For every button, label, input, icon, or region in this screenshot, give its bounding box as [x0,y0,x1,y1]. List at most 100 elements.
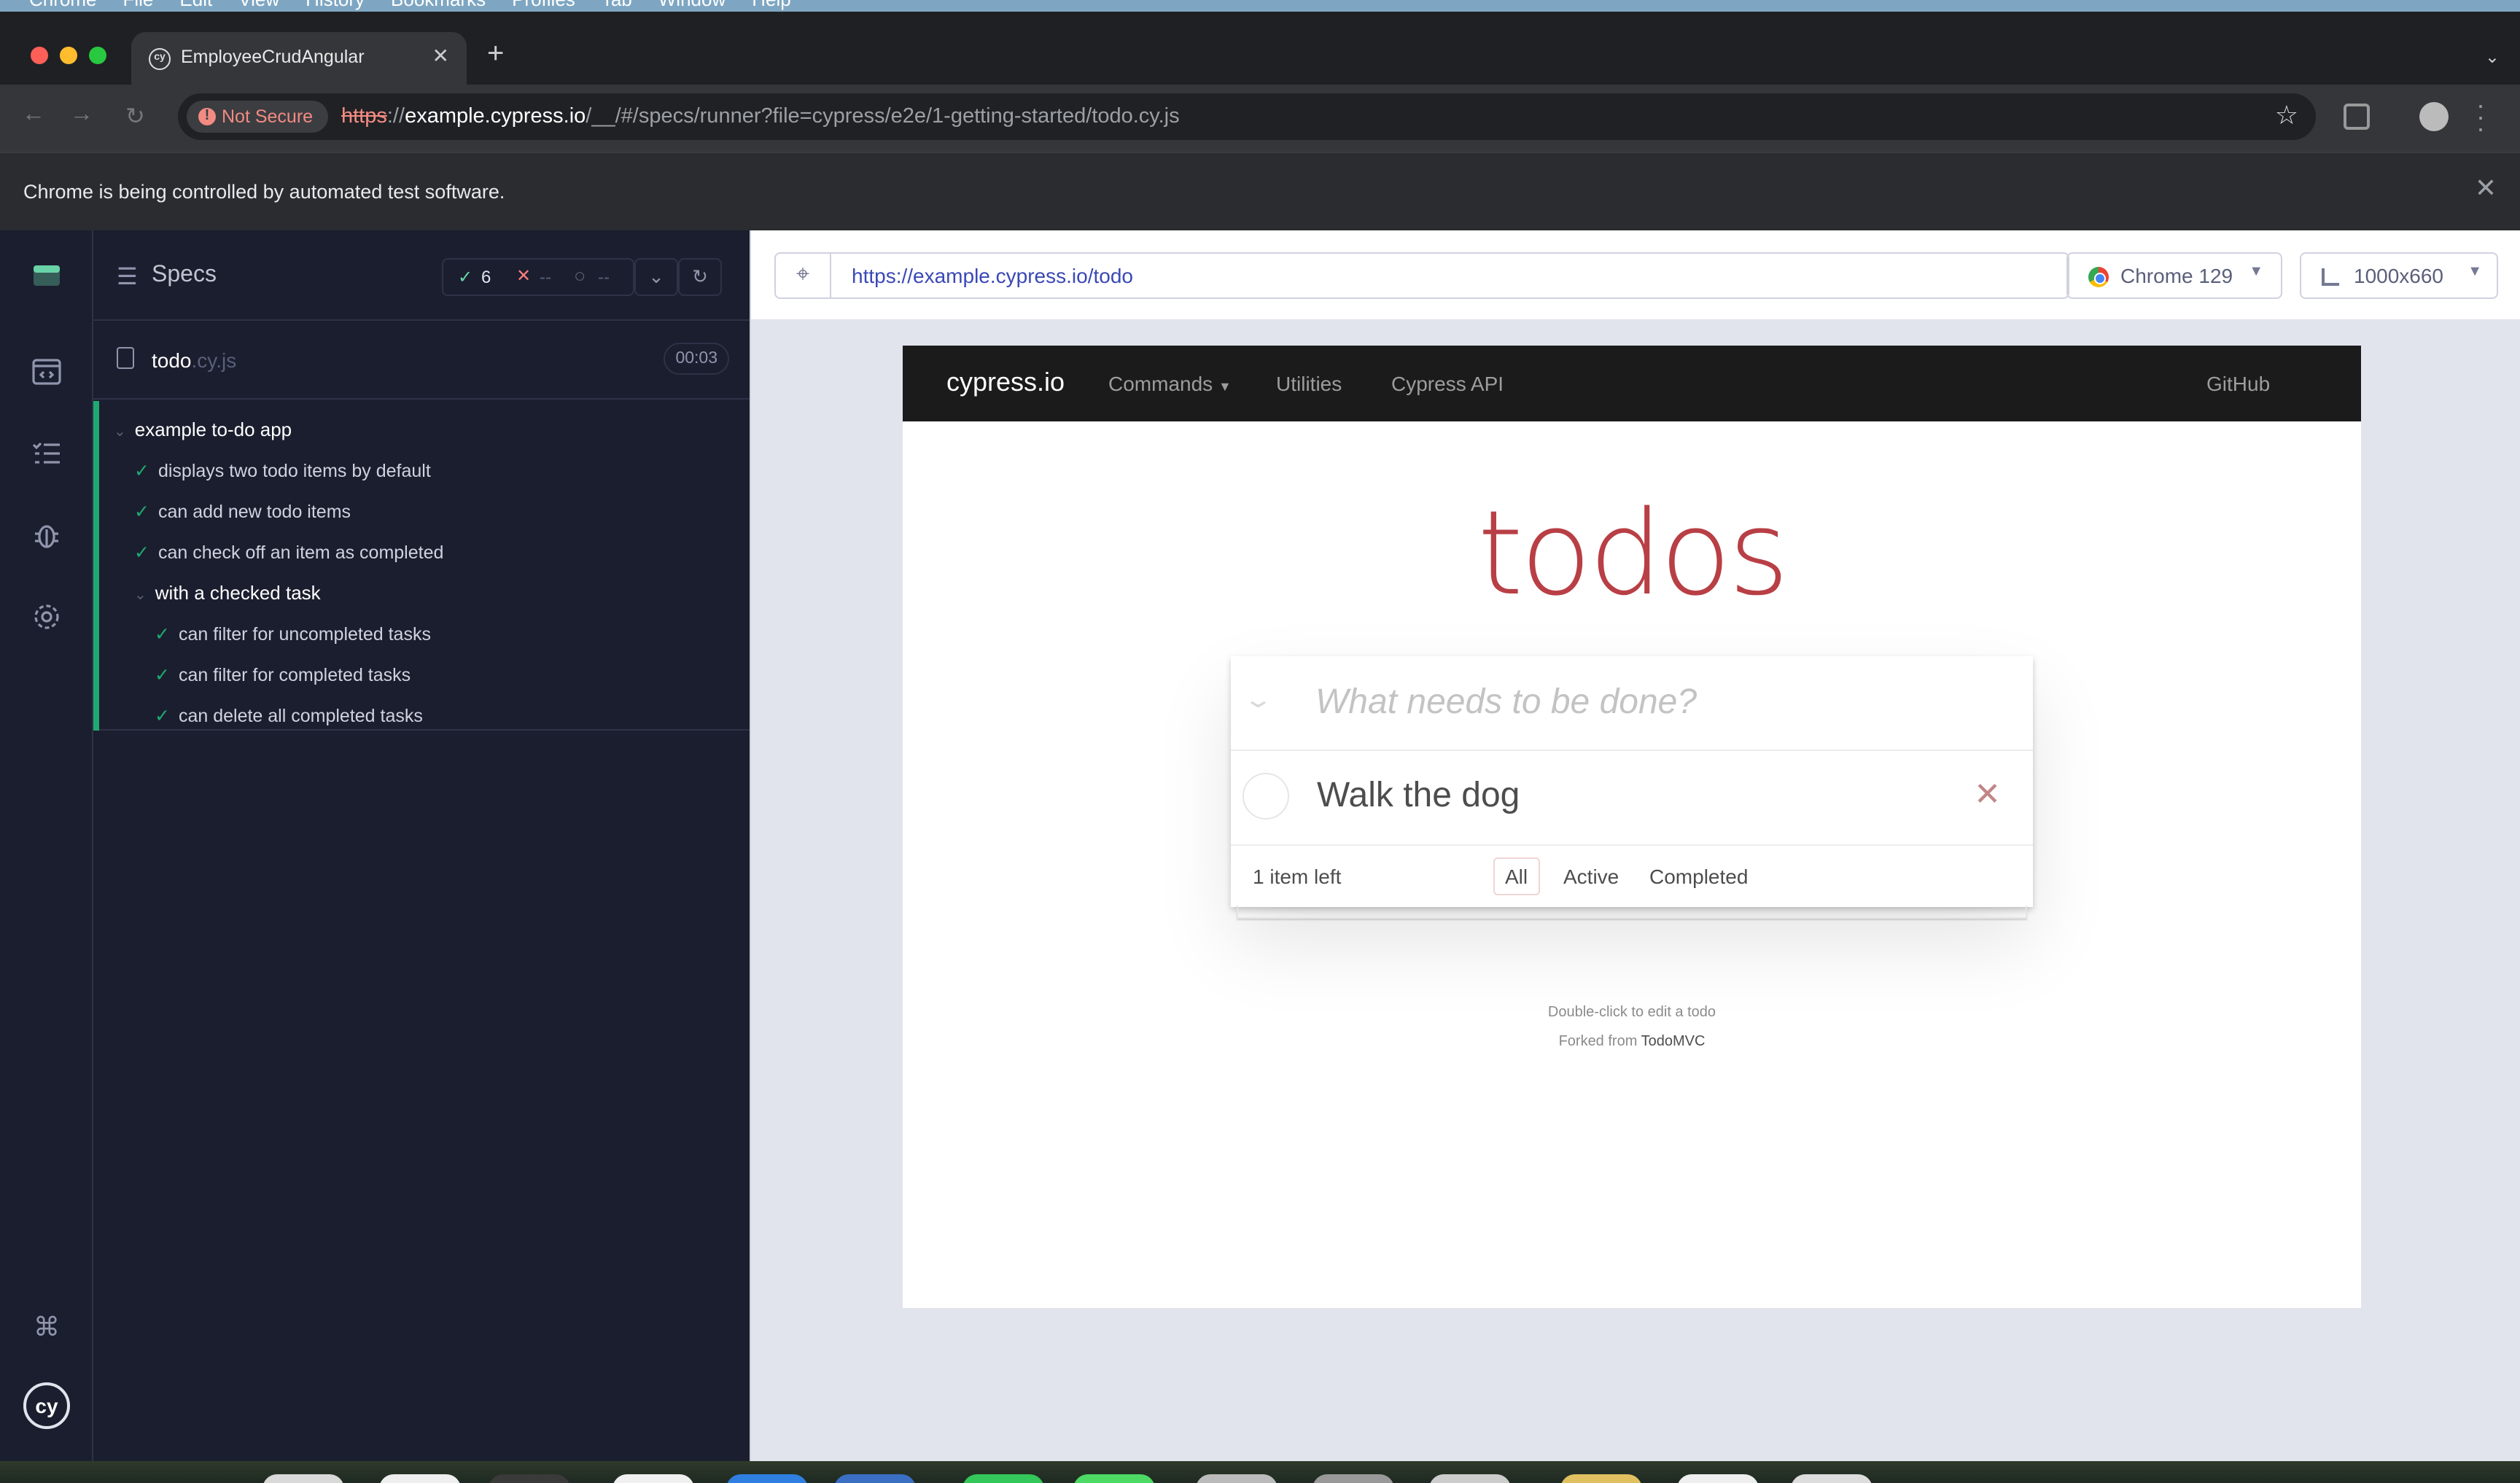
nav-github[interactable]: GitHub [2206,372,2270,395]
selector-playground-crosshair-icon[interactable]: ⌖ [776,254,831,297]
dock-app-icon[interactable] [726,1474,808,1483]
infobar-message: Chrome is being controlled by automated … [23,181,505,203]
toggle-all-chevron-icon[interactable]: ⌄ [1242,685,1274,715]
dock-app-icon[interactable] [1429,1474,1511,1483]
todo-app-page: cypress.io Commands ▼ Utilities Cypress … [903,346,2361,1308]
filter-all[interactable]: All [1493,857,1540,895]
test-stats: ✓ 6 ✕ -- ◌ -- [442,258,634,296]
chrome-menu-icon[interactable]: · · · [2476,92,2485,141]
suite-row[interactable]: ⌄ example to-do app [114,419,292,440]
macos-menu-bar: ChromeFileEditViewHistoryBookmarksProfil… [0,0,2520,12]
pass-check-icon: ✓ [134,502,149,522]
filter-active[interactable]: Active [1552,857,1630,895]
nav-commands[interactable]: Commands ▼ [1108,372,1232,395]
window-minimize-button[interactable] [60,47,77,64]
extensions-icon[interactable] [2344,104,2370,130]
todomvc-link[interactable]: TodoMVC [1641,1034,1706,1050]
subsuite-row[interactable]: ⌄ with a checked task [134,582,321,604]
nav-utilities[interactable]: Utilities [1276,372,1342,395]
chevron-down-icon: ▼ [2249,264,2263,280]
dock-app-icon[interactable] [1560,1474,1642,1483]
dock-app-icon[interactable] [1196,1474,1278,1483]
dock-app-icon[interactable] [834,1474,916,1483]
passed-check-icon: ✓ [458,267,473,287]
aut-url[interactable]: https://example.cypress.io/todo [852,264,1133,287]
address-url: https://example.cypress.io/__/#/specs/ru… [341,105,1180,128]
debug-bug-icon[interactable] [29,519,64,554]
bookmark-star-icon[interactable]: ☆ [2275,101,2298,131]
new-tab-button[interactable]: + [487,38,504,71]
tab-search-chevron-icon[interactable]: ⌄ [2485,47,2500,67]
filter-completed[interactable]: Completed [1638,857,1759,895]
spec-file-name: todo.cy.js [152,349,237,372]
todo-item[interactable]: Walk the dog ✕ [1231,751,2033,846]
dock-app-icon[interactable] [489,1474,570,1483]
tab-title: EmployeeCrudAngular [181,47,365,67]
test-row[interactable]: ✓ can check off an item as completed [134,541,443,563]
test-row[interactable]: ✓ can filter for completed tasks [155,663,411,685]
browser-tab-strip: cy EmployeeCrudAngular ✕ + ⌄ [0,12,2520,85]
passed-count: 6 [481,267,491,287]
window-zoom-button[interactable] [89,47,106,64]
delete-x-icon[interactable]: ✕ [1974,776,2001,814]
infobar-close-icon[interactable]: ✕ [2475,174,2497,204]
rerun-icon[interactable]: ↻ [678,258,722,296]
dock-app-icon[interactable] [1312,1474,1394,1483]
cypress-favicon-icon: cy [149,48,171,70]
macos-dock [0,1461,2520,1483]
test-row[interactable]: ✓ displays two todo items by default [134,459,431,481]
back-arrow-icon[interactable]: ← [22,102,45,128]
todo-list-card: ⌄ Walk the dog ✕ 1 item left All Active … [1231,656,2033,919]
document-icon [117,347,134,369]
cypress-side-nav: ⌘ cy [0,230,93,1461]
aut-url-bar[interactable]: ⌖ https://example.cypress.io/todo [774,252,2069,299]
test-row[interactable]: ✓ can add new todo items [134,500,351,522]
failed-x-icon: ✕ [516,265,532,286]
test-row[interactable]: ✓ can delete all completed tasks [155,704,423,726]
runner-icon[interactable] [29,260,64,295]
viewport-selector[interactable]: 1000x660 ▼ [2300,252,2498,299]
edit-hint: Double-click to edit a todo [1547,1005,1716,1021]
chrome-logo-icon [2088,267,2109,287]
runs-list-icon[interactable] [29,437,64,472]
test-list: ⌄ example to-do app ✓ displays two todo it… [93,401,750,731]
dock-app-icon[interactable] [1073,1474,1155,1483]
pass-check-icon: ✓ [155,665,170,685]
reload-icon[interactable]: ↻ [125,102,145,131]
collapse-chevron-icon[interactable]: ⌄ [634,258,678,296]
todo-footer: 1 item left All Active Completed [1231,846,2033,907]
profile-avatar-icon[interactable] [2419,102,2449,131]
dock-app-icon[interactable] [262,1474,344,1483]
dock-app-icon[interactable] [1791,1474,1872,1483]
settings-gear-icon[interactable] [29,601,64,636]
nav-cypress-api[interactable]: Cypress API [1391,372,1504,395]
new-todo-input[interactable] [1315,680,2001,726]
browser-selector[interactable]: Chrome 129 ▼ [2066,252,2282,299]
dock-app-icon[interactable] [612,1474,694,1483]
specs-label[interactable]: Specs [152,262,217,289]
not-secure-chip[interactable]: ! Not Secure [187,101,328,133]
specs-toggle-icon[interactable]: ☰ [117,262,138,292]
browser-toolbar: ← → ↻ ! Not Secure https://example.cypre… [0,85,2520,152]
app-under-test-panel: ⌖ https://example.cypress.io/todo Chrome… [750,230,2520,1461]
window-close-button[interactable] [31,47,48,64]
specs-list-icon[interactable] [29,356,64,391]
info-footer: Double-click to edit a todo Forked from … [903,999,2361,1057]
forward-arrow-icon[interactable]: → [70,102,93,128]
dock-app-icon[interactable] [379,1474,461,1483]
browser-tab[interactable]: cy EmployeeCrudAngular ✕ [131,32,467,85]
items-left-count: 1 item left [1253,865,1342,888]
dock-app-icon[interactable] [1677,1474,1759,1483]
dock-app-icon[interactable] [962,1474,1044,1483]
tab-close-icon[interactable]: ✕ [432,44,449,69]
todo-label[interactable]: Walk the dog [1317,776,1520,817]
test-row[interactable]: ✓ can filter for uncompleted tasks [155,623,431,645]
site-brand[interactable]: cypress.io [946,367,1065,398]
site-navbar: cypress.io Commands ▼ Utilities Cypress … [903,346,2361,421]
chevron-down-icon: ⌄ [134,588,147,604]
pass-check-icon: ✓ [134,461,149,481]
todo-toggle-checkbox[interactable] [1242,773,1289,820]
address-bar[interactable]: ! Not Secure https://example.cypress.io/… [178,93,2316,140]
cypress-logo-icon[interactable]: cy [23,1382,70,1429]
keyboard-command-icon[interactable]: ⌘ [29,1309,64,1344]
